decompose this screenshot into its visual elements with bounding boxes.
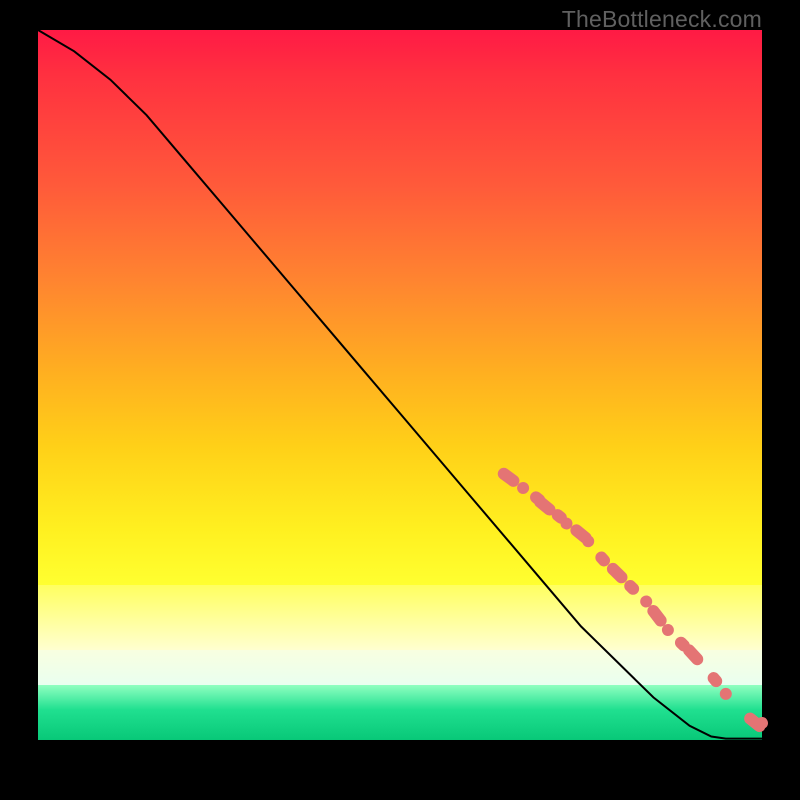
gradient-band-green (38, 685, 762, 740)
gradient-band-white (38, 650, 762, 685)
bottom-mask (38, 740, 762, 762)
gradient-band-main (38, 30, 762, 585)
watermark-text: TheBottleneck.com (562, 6, 762, 33)
gradient-band-lightyellow (38, 585, 762, 650)
